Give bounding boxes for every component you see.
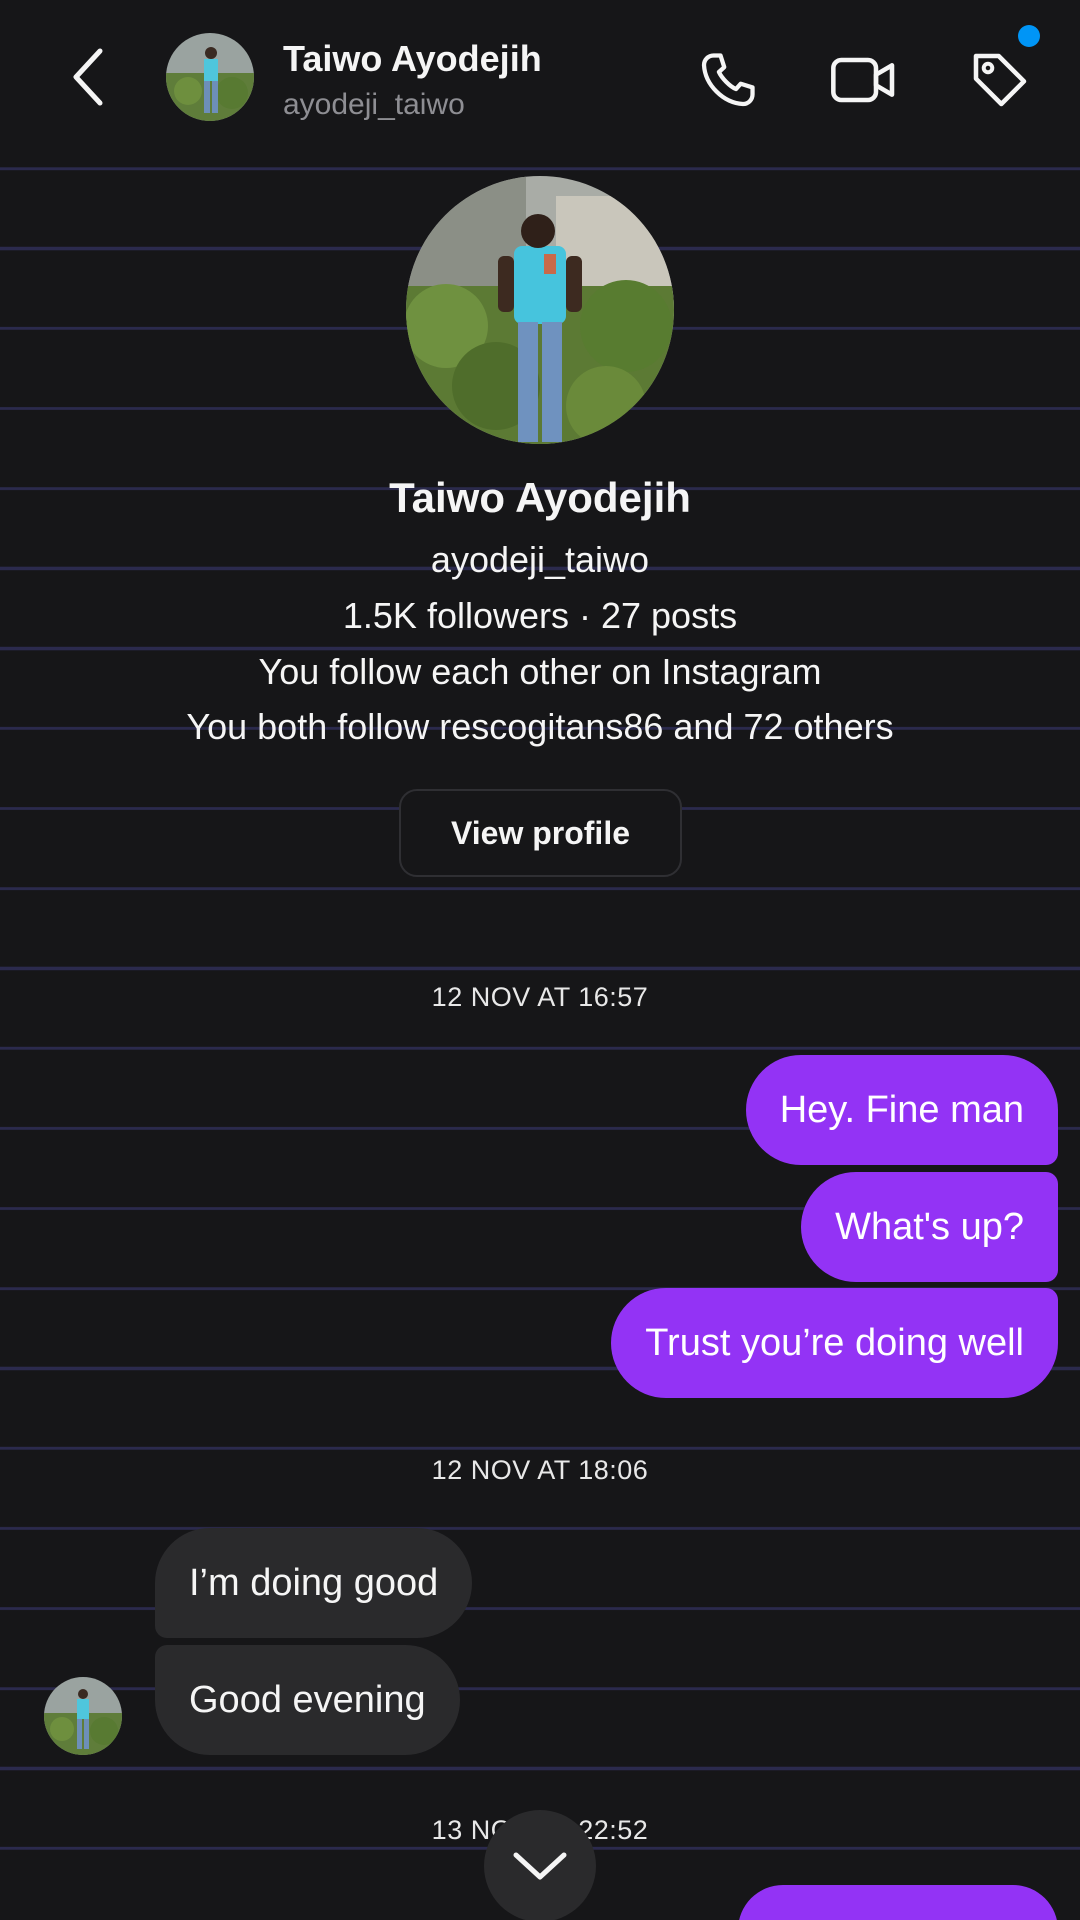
received-message-bubble[interactable]: Good evening	[155, 1645, 460, 1755]
back-icon	[73, 48, 103, 106]
voice-call-button[interactable]	[692, 44, 764, 116]
header-contact-name[interactable]: Taiwo Ayodejih	[283, 38, 542, 80]
profile-username: ayodeji_taiwo	[430, 539, 650, 580]
message-timestamp: 12 NOV AT 18:06	[431, 1455, 649, 1485]
notification-dot	[1018, 25, 1040, 47]
profile-name: Taiwo Ayodejih	[389, 474, 691, 521]
scroll-to-bottom-button[interactable]	[484, 1810, 596, 1920]
received-message-bubble[interactable]: I’m doing good	[155, 1528, 473, 1638]
chat-header: Taiwo Ayodejih ayodeji_taiwo	[0, 0, 1080, 160]
sent-message-bubble-partial[interactable]	[738, 1885, 1058, 1920]
sent-message-bubble[interactable]: What's up?	[801, 1172, 1058, 1282]
sender-avatar[interactable]	[44, 1677, 122, 1755]
header-avatar[interactable]	[166, 33, 254, 121]
tag-button[interactable]	[964, 44, 1036, 116]
profile-avatar[interactable]	[406, 176, 674, 444]
header-contact-username[interactable]: ayodeji_taiwo	[283, 88, 465, 122]
message-timestamp: 12 NOV AT 16:57	[431, 982, 649, 1012]
video-call-button[interactable]	[828, 44, 900, 116]
chevron-down-icon	[513, 1852, 567, 1880]
mutual-followers: You both follow rescogitans86 and 72 oth…	[186, 706, 894, 747]
video-camera-icon	[831, 57, 895, 103]
profile-stats: 1.5K followers · 27 posts	[342, 595, 738, 636]
phone-icon	[701, 53, 755, 107]
view-profile-button[interactable]: View profile	[399, 789, 682, 877]
mutual-follow-status: You follow each other on Instagram	[258, 651, 822, 692]
back-button[interactable]	[60, 42, 116, 112]
sent-message-bubble[interactable]: Trust you’re doing well	[611, 1288, 1058, 1398]
tag-icon	[973, 53, 1027, 107]
sent-message-bubble[interactable]: Hey. Fine man	[745, 1055, 1058, 1165]
